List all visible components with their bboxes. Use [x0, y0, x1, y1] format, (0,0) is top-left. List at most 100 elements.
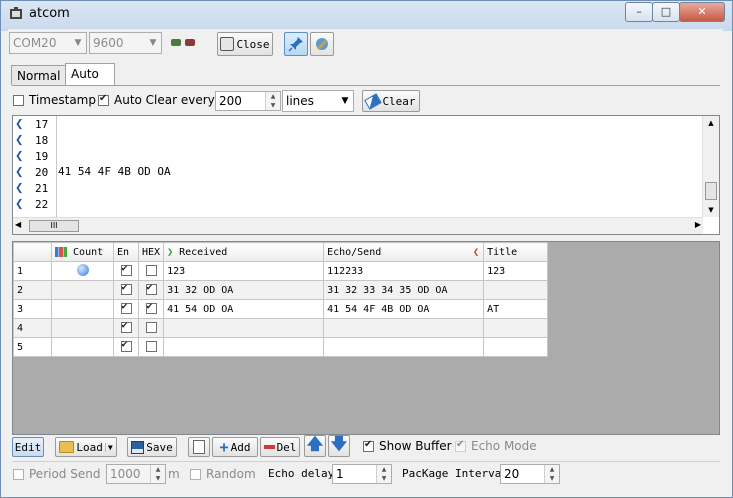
tab-normal[interactable]: Normal — [11, 65, 67, 85]
hex-checkbox[interactable] — [145, 265, 157, 277]
en-cell[interactable] — [113, 261, 139, 281]
close-window-button[interactable]: ✕ — [679, 2, 725, 22]
table-row[interactable]: 2 31 32 OD OA 31 32 33 34 35 OD OA — [13, 280, 549, 300]
scroll-thumb[interactable] — [705, 182, 717, 200]
count-cell[interactable] — [51, 280, 114, 300]
spin-up-icon[interactable]: ▲ — [377, 465, 391, 474]
hex-checkbox[interactable] — [145, 341, 157, 353]
echo-cell[interactable] — [323, 318, 485, 338]
spin-down-icon[interactable]: ▼ — [266, 101, 280, 110]
hscroll-thumb[interactable]: III — [29, 220, 79, 232]
count-cell[interactable] — [51, 337, 114, 357]
hex-checkbox[interactable] — [145, 282, 157, 296]
new-button[interactable] — [188, 437, 210, 457]
settings-button[interactable] — [310, 32, 334, 56]
en-cell[interactable] — [113, 299, 139, 319]
en-checkbox[interactable] — [120, 282, 132, 296]
timestamp-checkbox[interactable] — [13, 95, 24, 106]
hex-checkbox[interactable] — [145, 322, 157, 334]
log-horizontal-scrollbar[interactable]: ◀ III ▶ — [13, 217, 703, 234]
en-checkbox[interactable] — [120, 320, 132, 334]
show-buffer-checkbox[interactable] — [363, 439, 374, 452]
delete-button[interactable]: Del — [260, 437, 300, 457]
count-header[interactable]: Count — [51, 242, 114, 262]
count-cell[interactable] — [51, 261, 114, 281]
spin-up-icon[interactable]: ▲ — [151, 465, 165, 474]
port-select[interactable]: COM20 ▼ — [9, 32, 87, 54]
title-bar[interactable]: atcom – □ ✕ — [1, 1, 732, 27]
move-down-button[interactable]: 🡇 — [328, 434, 350, 457]
spin-up-icon[interactable]: ▲ — [266, 92, 280, 101]
title-header[interactable]: Title — [483, 242, 549, 262]
log-view[interactable]: ❮ 17 ❮ 18 ❮ 19 ❮ 20 ❮ 21 ❮ 22 41 54 4F 4B OD O… — [12, 115, 720, 235]
autoclear-checkbox[interactable] — [98, 93, 109, 106]
echo-delay-spinner[interactable]: 1 ▲ ▼ — [332, 464, 392, 484]
hex-cell[interactable] — [137, 280, 165, 300]
spin-down-icon[interactable]: ▼ — [377, 474, 391, 483]
echo-cell[interactable]: 31 32 33 34 35 OD OA — [323, 280, 485, 300]
title-cell[interactable] — [483, 280, 549, 300]
en-header[interactable]: En — [113, 242, 139, 262]
hex-cell[interactable] — [137, 299, 165, 319]
table-row[interactable]: 3 41 54 OD OA 41 54 4F 4B OD OA AT — [13, 299, 549, 319]
en-cell[interactable] — [113, 318, 139, 338]
log-vertical-scrollbar[interactable]: ▲ ▼ — [702, 116, 719, 217]
package-interval-spinner[interactable]: 20 ▲ ▼ — [500, 464, 560, 484]
period-send-checkbox[interactable] — [13, 469, 24, 480]
hex-cell[interactable] — [137, 337, 165, 357]
baud-select[interactable]: 9600 ▼ — [89, 32, 162, 54]
received-cell[interactable]: 123 — [163, 261, 325, 281]
close-port-button[interactable]: Close — [217, 32, 273, 56]
scroll-right-icon[interactable]: ▶ — [695, 220, 701, 229]
en-cell[interactable] — [113, 337, 139, 357]
en-checkbox[interactable] — [120, 339, 132, 353]
tab-auto[interactable]: Auto — [65, 63, 115, 85]
chevron-down-icon: ▼ — [341, 96, 349, 106]
title-cell[interactable]: AT — [483, 299, 549, 319]
period-spinner[interactable]: 1000 ▲ ▼ — [106, 464, 166, 484]
received-header[interactable]: ❯ Received — [163, 242, 325, 262]
en-checkbox[interactable] — [120, 263, 132, 277]
table-row[interactable]: 4 — [13, 318, 549, 338]
received-cell[interactable] — [163, 337, 325, 357]
move-up-button[interactable]: 🡅 — [304, 434, 326, 457]
hex-cell[interactable] — [137, 318, 165, 338]
clear-button[interactable]: Clear — [362, 90, 420, 112]
minimize-button[interactable]: – — [625, 2, 653, 22]
en-cell[interactable] — [113, 280, 139, 300]
scroll-left-icon[interactable]: ◀ — [15, 220, 21, 229]
echo-mode-checkbox[interactable] — [455, 439, 466, 452]
table-row[interactable]: 5 — [13, 337, 549, 357]
hex-cell[interactable] — [137, 261, 165, 281]
count-cell[interactable] — [51, 318, 114, 338]
count-cell[interactable] — [51, 299, 114, 319]
edit-button[interactable]: Edit — [12, 437, 44, 457]
spin-up-icon[interactable]: ▲ — [545, 465, 559, 474]
unit-select[interactable]: lines ▼ — [282, 90, 354, 112]
maximize-button[interactable]: □ — [652, 2, 680, 22]
load-button[interactable]: Load ▼ — [55, 437, 117, 457]
hex-checkbox[interactable] — [145, 301, 157, 315]
title-cell[interactable] — [483, 337, 549, 357]
save-button[interactable]: Save — [127, 437, 177, 457]
title-cell[interactable] — [483, 318, 549, 338]
echo-cell[interactable]: 112233 — [323, 261, 485, 281]
echo-cell[interactable] — [323, 337, 485, 357]
title-cell[interactable]: 123 — [483, 261, 549, 281]
received-cell[interactable]: 41 54 OD OA — [163, 299, 325, 319]
spin-down-icon[interactable]: ▼ — [151, 474, 165, 483]
spin-down-icon[interactable]: ▼ — [545, 474, 559, 483]
echo-header[interactable]: Echo/Send ❮ — [323, 242, 485, 262]
hex-header[interactable]: HEX — [137, 242, 165, 262]
table-row[interactable]: 1 123 112233 123 — [13, 261, 549, 281]
add-button[interactable]: + Add — [212, 437, 258, 457]
echo-cell[interactable]: 41 54 4F 4B OD OA — [323, 299, 485, 319]
received-cell[interactable] — [163, 318, 325, 338]
random-checkbox[interactable] — [190, 469, 201, 480]
received-cell[interactable]: 31 32 OD OA — [163, 280, 325, 300]
autoclear-spinner[interactable]: 200 ▲ ▼ — [215, 91, 281, 111]
en-checkbox[interactable] — [120, 301, 132, 315]
scroll-up-icon[interactable]: ▲ — [703, 116, 719, 130]
pin-button[interactable] — [284, 32, 308, 56]
scroll-down-icon[interactable]: ▼ — [703, 203, 719, 217]
